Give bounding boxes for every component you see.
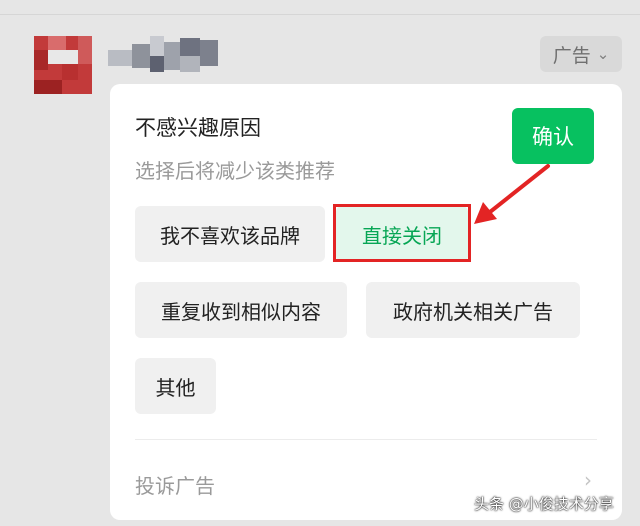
- annotation-arrow-icon: [474, 164, 550, 224]
- watermark: 头条 @小俊技术分享: [474, 495, 614, 513]
